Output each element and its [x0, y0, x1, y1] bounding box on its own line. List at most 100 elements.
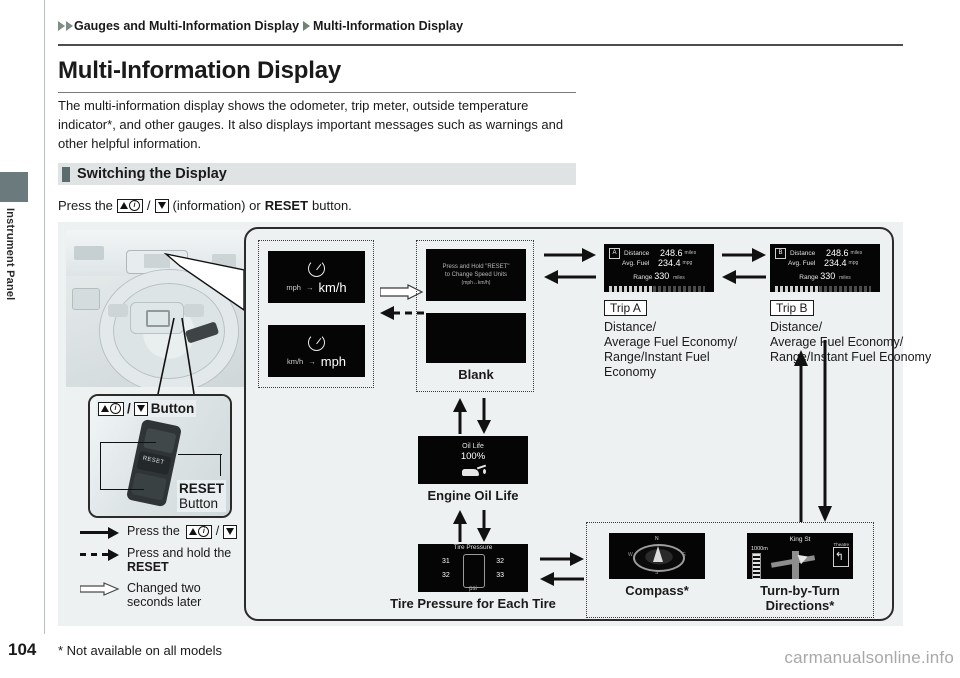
distance-value: 248.6 [660, 248, 683, 258]
instruction-reset-word: RESET [264, 198, 309, 213]
distance-label: Distance [624, 250, 650, 257]
display-tire-pressure: Tire Pressure 31 32 32 33 psi [418, 544, 528, 592]
info-up-button-icon: i [186, 524, 213, 539]
oil-life-value: 100% [460, 451, 486, 462]
tire-pressure-diagram: 31 32 32 33 [436, 554, 510, 588]
range-value: 330 [820, 271, 836, 281]
unit-from: km/h [286, 356, 304, 366]
vehicle-outline-icon [463, 554, 485, 588]
page-number: 104 [8, 640, 37, 659]
trip-a-description: Distance/ Average Fuel Economy/ Range/In… [604, 320, 738, 379]
trip-fuel-row: Avg. Fuel 234.4 mpg [609, 259, 709, 268]
arrow-right-to-trip-b [722, 248, 766, 267]
legend-item: Changed two seconds later [79, 581, 250, 609]
open-arrow-icon [79, 582, 120, 596]
arrow-left-from-trip-b [722, 270, 766, 289]
display-turn-by-turn: King St 1000m Theatre ↰ [747, 533, 853, 579]
turn-by-turn-graphic: King St 1000m Theatre ↰ [747, 533, 853, 579]
fuel-unit: mpg [848, 260, 859, 266]
button-callout-title: i / Button [96, 400, 197, 417]
title-divider [58, 92, 576, 93]
oil-can-icon [460, 464, 487, 477]
unit-to: km/h [318, 279, 347, 295]
caption-tire-pressure: Tire Pressure for Each Tire [390, 596, 556, 611]
arrow-right-to-compass [540, 552, 584, 571]
legend-text: Press the i / [127, 524, 237, 539]
solid-arrow-icon [80, 525, 120, 539]
trip-a-badge-label: Trip A [604, 300, 647, 316]
arrow-down-oil [476, 398, 492, 439]
display-blank [426, 313, 526, 363]
trip-badge: A [609, 248, 620, 259]
distance-unit: miles [850, 250, 863, 256]
range-unit: miles [673, 275, 685, 281]
legend-item: Press the i / [80, 524, 250, 539]
display-trip-a: A Distance 248.6 miles Avg. Fuel 234.4 m… [604, 244, 714, 292]
fuel-label: Avg. Fuel [622, 260, 650, 267]
distance-bar-icon [752, 553, 761, 579]
legend-item: Press and hold the RESET [80, 546, 250, 574]
distance-unit: miles [684, 250, 697, 256]
sidebar-section-label: Instrument Panel [4, 208, 16, 301]
button-word-label: Button [150, 401, 195, 416]
instruction-line: Press the i / (information) or RESET but… [58, 198, 352, 213]
diagram-legend: Press the i / Press and hold the RESET C… [79, 524, 250, 616]
dashed-arrow-icon [80, 547, 120, 561]
info-up-button-icon: i [98, 401, 124, 416]
chevron-right-icon [66, 21, 73, 31]
down-button-icon [154, 198, 169, 213]
distance-value: 248.6 [826, 248, 849, 258]
breadcrumb: Gauges and Multi-Information Display Mul… [58, 19, 463, 33]
instruction-prefix: Press the [58, 198, 113, 213]
unit-from: mph [286, 282, 301, 292]
arrow-up-oil [452, 398, 468, 439]
chevron-right-icon [58, 21, 65, 31]
watermark: carmanualsonline.info [784, 648, 954, 667]
trip-b-badge-label: Trip B [770, 300, 814, 316]
distance-label: Distance [790, 250, 816, 257]
instrument-cluster-screen [144, 254, 170, 268]
oil-life-title: Oil Life [462, 443, 484, 450]
legend-text: Changed two seconds later [127, 581, 202, 609]
down-button-icon [133, 401, 148, 416]
square-bullet-icon [62, 166, 70, 182]
display-mph-to-kmh: mph → km/h [268, 251, 365, 303]
caption-compass: Compass* [625, 583, 689, 598]
range-unit: miles [839, 275, 851, 281]
reset-button-label: RESET [178, 481, 224, 496]
caption-engine-oil-life: Engine Oil Life [427, 488, 519, 503]
flow-diagram-figure: RESET i / Button RESET Button Press the … [58, 222, 931, 626]
reset-button-callout: RESET Button [176, 480, 226, 512]
caption-blank: Blank [458, 367, 494, 382]
instruction-mid: (information) or [172, 198, 261, 213]
down-button-icon [222, 524, 237, 539]
hint-blank-group: Press and Hold "RESET" to Change Speed U… [416, 240, 534, 392]
arrow-left-from-trip-a [544, 270, 596, 289]
navigation-displays-group: N S W E Compass* King St 1000m Theatre ↰… [586, 522, 874, 618]
arrow-down-long-right [818, 340, 832, 527]
section-heading-bar: Switching the Display [58, 163, 576, 185]
instant-fuel-bargraph [775, 283, 875, 292]
breadcrumb-level-1[interactable]: Gauges and Multi-Information Display [74, 19, 299, 33]
breadcrumb-level-2[interactable]: Multi-Information Display [313, 19, 463, 33]
section-tab-marker [0, 172, 28, 202]
steering-wheel-button-closeup: RESET i / Button RESET Button [88, 394, 232, 518]
brand-logo-icon [146, 310, 170, 327]
display-compass: N S W E [609, 533, 705, 579]
fuel-unit: mpg [682, 260, 693, 266]
range-label: Range [633, 274, 653, 281]
page-title: Multi-Information Display [58, 57, 342, 84]
instant-fuel-bargraph [609, 283, 709, 292]
arrow-right-icon: → [305, 282, 314, 292]
display-kmh-to-mph: km/h → mph [268, 325, 365, 377]
trip-range-row: Range 330 miles [775, 271, 875, 281]
caption-turn-by-turn: Turn-by-Turn Directions* [760, 583, 840, 613]
compass-rose-icon: N S W E [628, 536, 686, 576]
arrow-left-from-compass [540, 572, 584, 591]
speedometer-icon [308, 258, 325, 277]
distance-to-turn: 1000m [751, 546, 768, 552]
unit-switch-group: mph → km/h km/h → mph [258, 240, 374, 388]
trip-badge: B [775, 248, 786, 259]
trip-fuel-row: Avg. Fuel 234.4 mpg [775, 259, 875, 268]
intro-paragraph: The multi-information display shows the … [58, 98, 564, 151]
